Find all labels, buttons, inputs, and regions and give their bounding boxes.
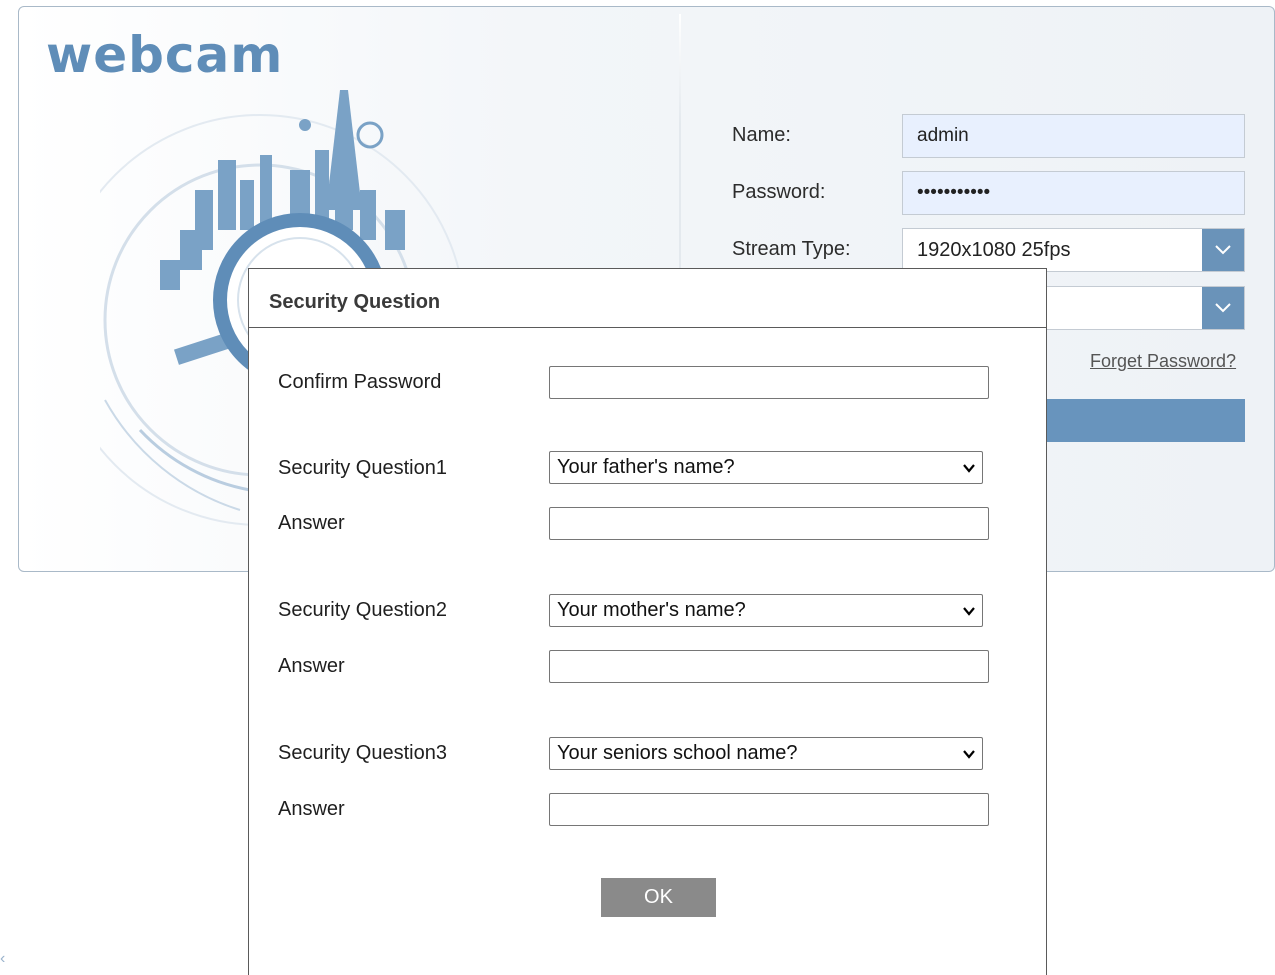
security-question1-select[interactable]: Your father's name?: [549, 451, 983, 484]
security-question3-select[interactable]: Your seniors school name?: [549, 737, 983, 770]
select-chevron-icon: [963, 607, 975, 616]
security-question1-label: Security Question1: [278, 457, 447, 479]
security-question3-value: Your seniors school name?: [557, 742, 798, 764]
confirm-password-label: Confirm Password: [278, 371, 442, 393]
password-input[interactable]: •••••••••••: [902, 171, 1245, 215]
confirm-password-input[interactable]: [549, 366, 989, 399]
password-label: Password:: [732, 181, 826, 203]
select-chevron-icon: [963, 750, 975, 759]
stream-type-select[interactable]: 1920x1080 25fps: [902, 228, 1245, 272]
answer2-input[interactable]: [549, 650, 989, 683]
security-question3-label: Security Question3: [278, 742, 447, 764]
page: webcam Name: admin Password: •••••••••••…: [0, 0, 1275, 975]
select-chevron-icon: [963, 464, 975, 473]
stream-type-label: Stream Type:: [732, 238, 851, 260]
answer2-label: Answer: [278, 655, 345, 677]
forget-password-link[interactable]: Forget Password?: [1090, 351, 1236, 372]
answer1-input[interactable]: [549, 507, 989, 540]
dropdown-chevron-icon[interactable]: [1202, 287, 1244, 329]
security-question2-value: Your mother's name?: [557, 599, 746, 621]
security-question2-select[interactable]: Your mother's name?: [549, 594, 983, 627]
corner-arrow-icon: ‹: [0, 950, 6, 967]
security-question1-value: Your father's name?: [557, 456, 735, 478]
ok-button[interactable]: OK: [601, 878, 716, 917]
dialog-title: Security Question: [249, 269, 1046, 328]
answer1-label: Answer: [278, 512, 345, 534]
dropdown-chevron-icon[interactable]: [1202, 229, 1244, 271]
name-label: Name:: [732, 124, 791, 146]
answer3-label: Answer: [278, 798, 345, 820]
answer3-input[interactable]: [549, 793, 989, 826]
stream-type-value: 1920x1080 25fps: [917, 239, 1071, 261]
security-question2-label: Security Question2: [278, 599, 447, 621]
name-input[interactable]: admin: [902, 114, 1245, 158]
security-question-dialog: Security Question Confirm Password Secur…: [248, 268, 1047, 975]
